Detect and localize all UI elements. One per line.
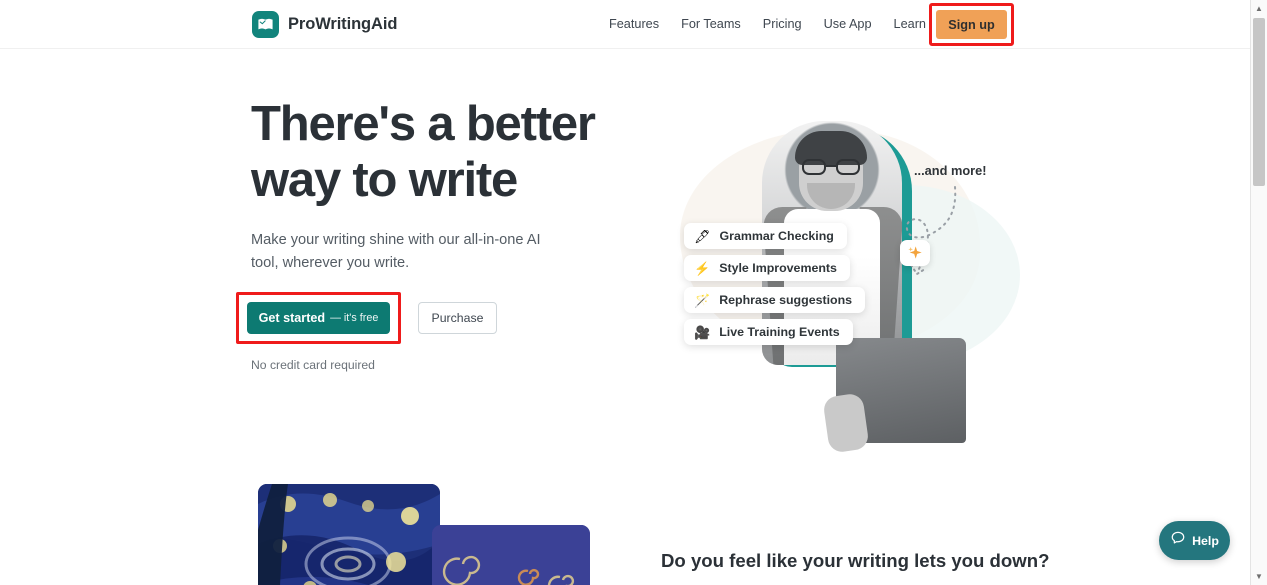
section-heading: Do you feel like your writing lets you d… [661,550,1050,571]
purchase-button[interactable]: Purchase [418,302,497,334]
hero-subtitle: Make your writing shine with our all-in-… [251,232,541,271]
nav-item-use-app[interactable]: Use App [813,14,883,34]
scroll-up-arrow-icon[interactable]: ▲ [1251,0,1267,17]
scroll-down-arrow-icon[interactable]: ▼ [1251,568,1267,585]
glasses-icon [800,159,862,175]
feature-pill-label: Grammar Checking [719,229,834,243]
brand-name: ProWritingAid [288,15,398,33]
signup-highlight-box: Sign up [929,3,1014,46]
video-camera-icon: 🎥 [694,324,711,340]
open-book-icon [252,11,279,38]
magic-wand-icon: 🪄 [694,292,711,308]
help-label: Help [1192,533,1219,548]
page-viewport: ProWritingAid Features For Teams Pricing… [0,0,1250,585]
no-credit-card-note: No credit card required [251,358,375,372]
page-title: There's a better way to write [251,96,611,208]
feature-pill-grammar-checking[interactable]: 🖋 Grammar Checking [684,223,847,249]
hero-copy: There's a better way to write Make your … [251,96,611,275]
get-started-free-suffix: — it's free [330,312,379,324]
pen-icon: 🖋 [694,228,711,244]
nav-item-pricing[interactable]: Pricing [752,14,813,34]
get-started-highlight-box: Get started — it's free [236,292,401,344]
hero-title-line-1: There's a better [251,97,596,151]
site-header: ProWritingAid Features For Teams Pricing… [0,0,1250,49]
blue-doodle-image-card [432,525,590,585]
feature-pill-style-improvements[interactable]: ⚡ Style Improvements [684,255,850,281]
help-button[interactable]: Help [1159,521,1230,560]
starry-night-image-card [258,484,440,585]
nav-item-features[interactable]: Features [598,14,670,34]
hero-cta-row: Get started — it's free Purchase [236,292,497,344]
vertical-scrollbar[interactable]: ▲ ▼ [1250,0,1267,585]
feature-pill-rephrase-suggestions[interactable]: 🪄 Rephrase suggestions [684,287,866,313]
sparkle-icon [900,240,930,266]
hero-title-line-2: way to write [251,153,518,207]
and-more-annotation: ...and more! [914,163,987,178]
feature-pill-label: Style Improvements [719,261,837,275]
chat-bubble-icon [1170,530,1186,551]
hand [822,392,870,454]
nav-item-for-teams[interactable]: For Teams [670,14,752,34]
feature-pill-list: 🖋 Grammar Checking ⚡ Style Improvements … [684,223,866,345]
lightning-icon: ⚡ [694,260,711,276]
feature-pill-label: Rephrase suggestions [719,293,853,307]
get-started-label: Get started [258,311,326,325]
get-started-button[interactable]: Get started — it's free [247,302,390,334]
brand-logo-link[interactable]: ProWritingAid [252,11,397,38]
browser-page: ProWritingAid Features For Teams Pricing… [0,0,1267,585]
feature-pill-live-training-events[interactable]: 🎥 Live Training Events [684,319,853,345]
scrollbar-thumb[interactable] [1253,18,1265,186]
sign-up-button[interactable]: Sign up [936,10,1007,39]
feature-pill-label: Live Training Events [719,325,840,339]
hero-illustration: ...and more! 🖋 Grammar Checking ⚡ Style … [640,95,1040,454]
